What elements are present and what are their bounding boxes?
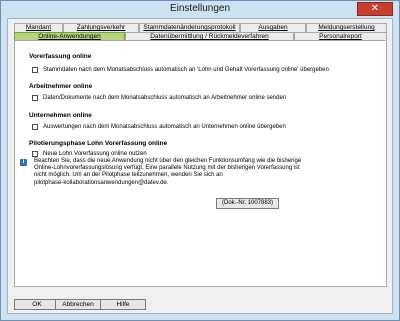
checkbox-label-vorerfassung: Stammdaten nach dem Monatsabschluss auto… <box>43 67 329 73</box>
checkbox-pilot[interactable] <box>32 151 38 157</box>
ok-button[interactable]: OK <box>14 299 60 310</box>
close-button[interactable]: ✕ <box>357 2 393 16</box>
tab-ausgaben[interactable]: Ausgaben <box>240 23 306 32</box>
section-title-unternehmen: Unternehmen online <box>29 112 92 119</box>
settings-window: Einstellungen ✕ Mandant Zahlungsverkehr … <box>0 0 400 321</box>
window-title: Einstellungen <box>169 3 231 14</box>
pilot-info-text: Beachten Sie, dass die neue Anwendung ni… <box>34 158 334 187</box>
info-line: nicht möglich. Um an der Pilotphase teil… <box>34 172 223 179</box>
tab-stammdatenaenderungsprotokoll[interactable]: Stammdatenänderungsprotokoll <box>139 23 240 32</box>
section-title-arbeitnehmer: Arbeitnehmer online <box>29 83 93 90</box>
checkbox-label-pilot: Neue Lohn Vorerfassung online nutzen <box>43 151 147 157</box>
option-vorerfassung[interactable]: Stammdaten nach dem Monatsabschluss auto… <box>32 66 329 74</box>
info-line: Online-Lohnvorerfassungslösung verfügt. … <box>34 165 300 172</box>
section-title-pilot: Pilotierungsphase Lohn Vorerfassung onli… <box>29 140 168 147</box>
info-line: pilotphase-kollaborationsanwendungen@dat… <box>34 179 169 186</box>
checkbox-unternehmen[interactable] <box>32 124 38 130</box>
document-number-button[interactable]: (Dok.-Nr. 1007883) <box>216 198 279 209</box>
info-icon: i <box>20 159 27 166</box>
option-unternehmen[interactable]: Auswertungen nach dem Monatsabschluss au… <box>32 123 286 131</box>
cancel-button[interactable]: Abbrechen <box>55 299 101 310</box>
option-pilot[interactable]: Neue Lohn Vorerfassung online nutzen <box>32 150 147 158</box>
checkbox-label-unternehmen: Auswertungen nach dem Monatsabschluss au… <box>43 124 286 130</box>
tab-meldungserstellung[interactable]: Meldungserstellung <box>306 23 387 32</box>
option-arbeitnehmer[interactable]: Daten/Dokumente nach dem Monatsabschluss… <box>32 94 286 102</box>
help-button[interactable]: Hilfe <box>100 299 146 310</box>
info-line: Beachten Sie, dass die neue Anwendung ni… <box>34 158 302 164</box>
checkbox-label-arbeitnehmer: Daten/Dokumente nach dem Monatsabschluss… <box>43 95 287 101</box>
checkbox-arbeitnehmer[interactable] <box>32 95 38 101</box>
title-bar: Einstellungen ✕ <box>1 1 399 17</box>
tab-zahlungsverkehr[interactable]: Zahlungsverkehr <box>63 23 139 32</box>
section-title-vorerfassung: Vorerfassung online <box>29 53 92 60</box>
checkbox-vorerfassung[interactable] <box>32 67 38 73</box>
tab-mandant[interactable]: Mandant <box>14 23 63 32</box>
